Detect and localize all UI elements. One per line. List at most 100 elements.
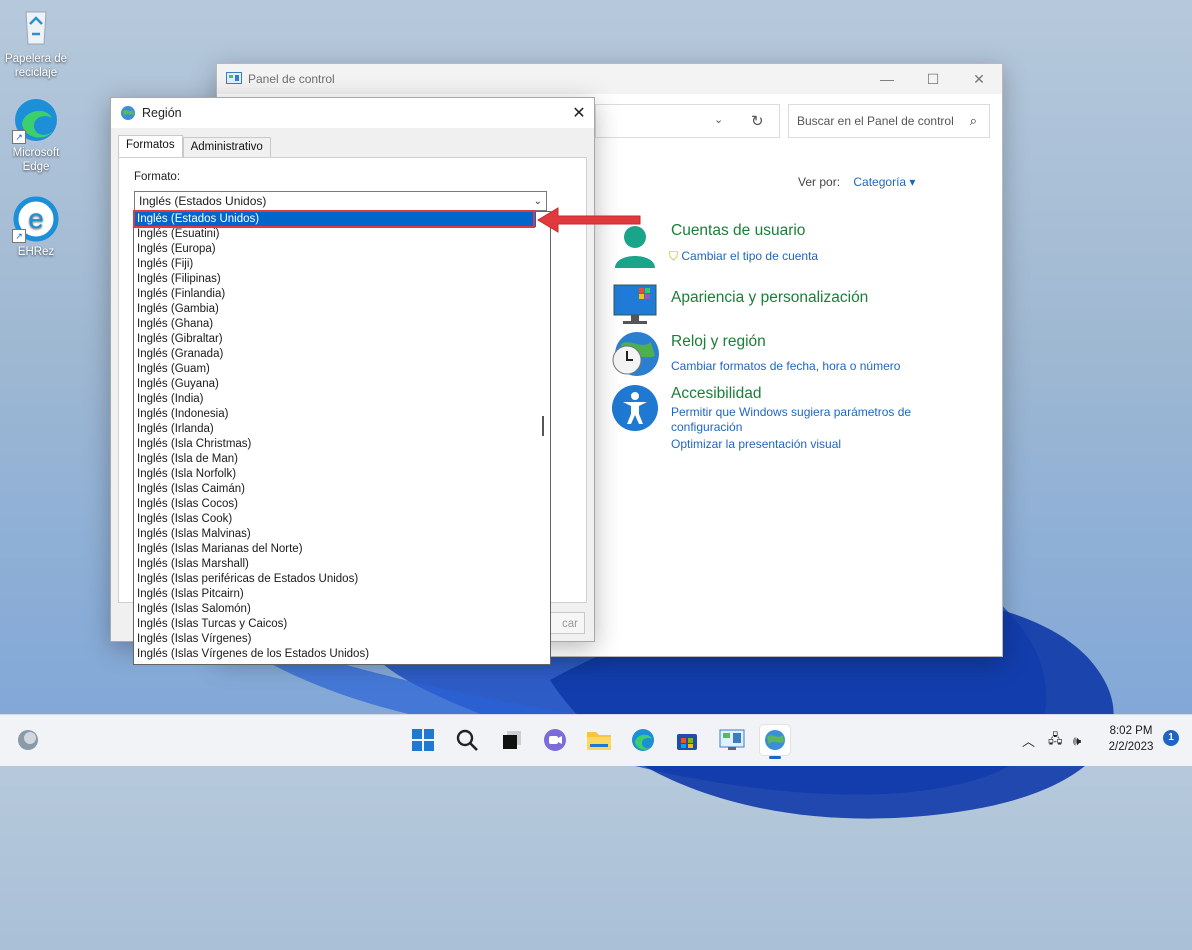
clock[interactable]: 8:02 PM 2/2/2023	[1100, 723, 1162, 755]
format-option[interactable]: Inglés (Guyana)	[134, 377, 550, 392]
region-globe-icon	[121, 106, 135, 120]
format-option[interactable]: Inglés (Isla Christmas)	[134, 437, 550, 452]
format-option[interactable]: Inglés (Isla de Man)	[134, 452, 550, 467]
shortcut-arrow-icon: ↗	[12, 229, 26, 243]
category-link[interactable]: configuración	[671, 420, 742, 434]
view-by-dropdown[interactable]: Categoría ▾	[853, 175, 915, 189]
taskbar: ︿ 🖧 🕪 8:02 PM 2/2/2023 1	[0, 714, 1192, 766]
view-by-label: Ver por:	[798, 175, 841, 189]
address-bar[interactable]: ⌄ ↻	[595, 104, 780, 138]
category-title[interactable]: Apariencia y personalización	[671, 289, 868, 307]
format-option[interactable]: Inglés (Islas Marianas del Norte)	[134, 542, 550, 557]
desktop-icon-edge[interactable]: ↗ Microsoft Edge	[0, 96, 72, 174]
clock-region-icon	[612, 332, 659, 376]
format-option[interactable]: Inglés (Islas Malvinas)	[134, 527, 550, 542]
format-option[interactable]: Inglés (Isla Norfolk)	[134, 467, 550, 482]
scrollbar-thumb[interactable]	[542, 416, 544, 436]
format-option[interactable]: Inglés (Granada)	[134, 347, 550, 362]
view-by: Ver por: Categoría ▾	[798, 175, 915, 189]
category-link[interactable]: Cambiar formatos de fecha, hora o número	[671, 359, 900, 373]
svg-text:e: e	[28, 203, 44, 234]
format-option[interactable]: Inglés (India)	[134, 392, 550, 407]
start-icon[interactable]	[408, 725, 438, 755]
format-option[interactable]: Inglés (Islas Cook)	[134, 512, 550, 527]
control-panel-icon	[226, 72, 242, 84]
format-option[interactable]: Inglés (Filipinas)	[134, 272, 550, 287]
format-option[interactable]: Inglés (Islas Marshall)	[134, 557, 550, 572]
desktop-icon-recycle-bin[interactable]: Papelera de reciclaje	[0, 2, 72, 80]
appearance-icon	[613, 284, 657, 324]
desktop-icon-label: Microsoft Edge	[12, 147, 60, 173]
widgets-icon[interactable]	[13, 725, 43, 755]
category-title[interactable]: Reloj y región	[671, 333, 766, 351]
format-option[interactable]: Inglés (Islas Pitcairn)	[134, 587, 550, 602]
format-option[interactable]: Inglés (Islas Salomón)	[134, 602, 550, 617]
format-option[interactable]: Inglés (Islas Cocos)	[134, 497, 550, 512]
desktop-icon-label: EHRez	[17, 246, 55, 258]
chevron-down-icon[interactable]: ⌄	[714, 113, 723, 126]
search-icon: ⌕	[969, 113, 977, 128]
format-option[interactable]: Inglés (Islas Vírgenes de los Estados Un…	[134, 647, 550, 662]
maximize-button[interactable]: ☐	[910, 64, 956, 94]
format-option[interactable]: Inglés (Islas Vírgenes)	[134, 632, 550, 647]
dialog-title: Región	[142, 106, 182, 120]
format-option[interactable]: Inglés (Esuatini)	[134, 227, 550, 242]
file-explorer-icon[interactable]	[584, 725, 614, 755]
region-globe-icon[interactable]	[760, 725, 790, 759]
format-option[interactable]: Inglés (Indonesia)	[134, 407, 550, 422]
edge-icon[interactable]	[628, 725, 658, 755]
clock-time: 8:02 PM	[1109, 725, 1153, 737]
search-input[interactable]: Buscar en el Panel de control	[797, 114, 954, 128]
network-icon[interactable]: 🖧	[1048, 715, 1063, 766]
close-button[interactable]: ✕	[956, 64, 1002, 94]
category-link[interactable]: Permitir que Windows sugiera parámetros …	[671, 405, 911, 419]
control-panel-icon[interactable]	[717, 725, 747, 755]
search-box[interactable]: Buscar en el Panel de control ⌕	[788, 104, 990, 138]
window-title: Panel de control	[248, 72, 335, 86]
format-option[interactable]: Inglés (Gibraltar)	[134, 332, 550, 347]
desktop-icon-ehrez[interactable]: e ↗ EHRez	[0, 195, 72, 259]
category-title[interactable]: Cuentas de usuario	[671, 222, 805, 240]
edge-icon: ↗	[12, 96, 60, 144]
close-button[interactable]: ✕	[564, 103, 594, 123]
search-icon[interactable]	[452, 725, 482, 755]
minimize-button[interactable]: —	[864, 64, 910, 94]
tray-chevron-up-icon[interactable]: ︿	[1022, 715, 1035, 766]
shield-icon: ⛉	[669, 249, 679, 263]
format-label: Formato:	[134, 171, 181, 183]
tab-administrativo[interactable]: Administrativo	[182, 137, 271, 159]
category-link[interactable]: Optimizar la presentación visual	[671, 437, 841, 451]
format-option[interactable]: Inglés (Ghana)	[134, 317, 550, 332]
highlight-box	[133, 210, 535, 228]
format-option[interactable]: Inglés (Gambia)	[134, 302, 550, 317]
store-icon[interactable]	[672, 725, 702, 755]
format-option[interactable]: Inglés (Islas periféricas de Estados Uni…	[134, 572, 550, 587]
control-panel-titlebar[interactable]: Panel de control — ☐ ✕	[217, 64, 1002, 94]
category-link[interactable]: ⛉ Cambiar el tipo de cuenta	[669, 249, 818, 264]
format-option[interactable]: Inglés (Finlandia)	[134, 287, 550, 302]
tab-formatos[interactable]: Formatos	[118, 135, 183, 159]
annotation-arrow-icon	[537, 207, 641, 233]
format-option[interactable]: Inglés (Islas Caimán)	[134, 482, 550, 497]
teams-chat-icon[interactable]	[540, 725, 570, 755]
format-option[interactable]: Inglés (Europa)	[134, 242, 550, 257]
format-option[interactable]: Inglés (Islas Turcas y Caicos)	[134, 617, 550, 632]
category-title[interactable]: Accesibilidad	[671, 385, 761, 403]
notification-badge[interactable]: 1	[1163, 730, 1179, 746]
scrollbar[interactable]	[536, 212, 550, 664]
format-option[interactable]: Inglés (Fiji)	[134, 257, 550, 272]
format-dropdown-list[interactable]: Inglés (Estados Unidos) Inglés (Esuatini)…	[133, 211, 551, 665]
accessibility-icon	[612, 385, 658, 431]
task-view-icon[interactable]	[497, 725, 527, 755]
refresh-icon[interactable]: ↻	[751, 112, 764, 130]
clock-date: 2/2/2023	[1108, 741, 1154, 753]
volume-icon[interactable]: 🕪	[1073, 715, 1081, 766]
ie-style-e-icon: e ↗	[12, 195, 60, 243]
region-titlebar[interactable]: Región ✕	[111, 98, 594, 128]
recycle-bin-icon	[12, 2, 60, 50]
shortcut-arrow-icon: ↗	[12, 130, 26, 144]
format-option[interactable]: Inglés (Irlanda)	[134, 422, 550, 437]
desktop-icon-label: Papelera de reciclaje	[4, 53, 68, 79]
format-select[interactable]: Inglés (Estados Unidos) ⌄	[134, 191, 547, 211]
format-option[interactable]: Inglés (Guam)	[134, 362, 550, 377]
